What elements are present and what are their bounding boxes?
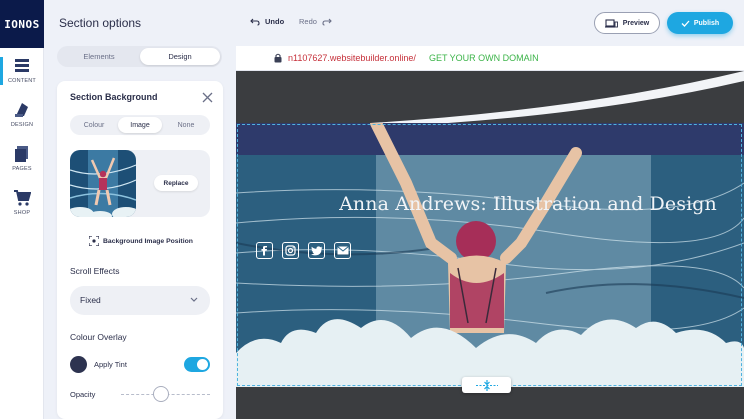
- tab-design[interactable]: Design: [140, 48, 220, 65]
- pages-icon: [15, 146, 28, 162]
- rail-item-design[interactable]: DESIGN: [0, 101, 44, 141]
- rail-item-shop[interactable]: SHOP: [0, 189, 44, 229]
- design-icon: [15, 103, 28, 117]
- address-bar: n1107627.websitebuilder.online/ GET YOUR…: [236, 46, 744, 71]
- ionos-logo[interactable]: IONOS: [0, 0, 44, 48]
- publish-label: Publish: [693, 19, 720, 27]
- undo-label: Undo: [265, 17, 285, 26]
- checkmark-icon: [681, 20, 690, 27]
- rail-label-shop: SHOP: [13, 210, 31, 216]
- section-resize-handle[interactable]: [462, 377, 511, 393]
- website-canvas: Anna Andrews: Illustration and Design: [236, 71, 744, 419]
- colour-overlay-label: Colour Overlay: [70, 332, 127, 342]
- background-image-position-label: Background Image Position: [103, 237, 193, 245]
- panel-title: Section options: [59, 16, 142, 30]
- preview-button[interactable]: Preview: [594, 12, 660, 34]
- background-image-thumbnail[interactable]: [70, 150, 136, 217]
- rail-item-pages[interactable]: PAGES: [0, 145, 44, 185]
- social-links: [256, 242, 360, 259]
- elements-design-toggle: Elements Design: [57, 46, 222, 67]
- option-colour[interactable]: Colour: [72, 117, 116, 133]
- logo-text: IONOS: [4, 17, 40, 31]
- option-none[interactable]: None: [164, 117, 208, 133]
- rail-label-design: DESIGN: [10, 122, 34, 128]
- undo-icon: [250, 18, 260, 26]
- focus-position-icon: [89, 236, 99, 246]
- shop-icon: [14, 190, 31, 206]
- opacity-label: Opacity: [70, 390, 96, 399]
- redo-icon: [322, 18, 332, 26]
- section-background-card: Section Background Colour Image None Rep…: [57, 81, 223, 419]
- scroll-effects-label: Scroll Effects: [70, 266, 120, 276]
- content-icon: [15, 59, 29, 72]
- redo-label: Redo: [299, 17, 317, 26]
- undo-button[interactable]: Undo: [250, 17, 284, 26]
- hero-title[interactable]: Anna Andrews: Illustration and Design: [236, 193, 738, 215]
- rail-label-content: CONTENT: [8, 78, 36, 84]
- hero-section[interactable]: Anna Andrews: Illustration and Design: [236, 123, 744, 387]
- vertical-resize-icon: [475, 379, 498, 391]
- get-domain-link[interactable]: GET YOUR OWN DOMAIN: [429, 53, 539, 63]
- background-type-toggle: Colour Image None: [70, 115, 210, 135]
- site-url[interactable]: n1107627.websitebuilder.online/: [288, 53, 416, 63]
- rail-item-content[interactable]: CONTENT: [0, 57, 44, 97]
- scroll-effects-value: Fixed: [80, 295, 101, 305]
- replace-button[interactable]: Replace: [154, 175, 198, 191]
- redo-button[interactable]: Redo: [299, 17, 332, 26]
- preview-label: Preview: [622, 19, 650, 27]
- close-icon[interactable]: [202, 92, 213, 103]
- left-rail: IONOS CONTENT DESIGN PAGES SHOP: [0, 0, 44, 419]
- lock-icon: [274, 53, 282, 63]
- tab-elements[interactable]: Elements: [59, 48, 139, 65]
- option-image[interactable]: Image: [118, 117, 162, 133]
- opacity-slider-thumb[interactable]: [153, 386, 170, 402]
- tint-color-swatch[interactable]: [70, 356, 87, 373]
- scroll-effects-select[interactable]: Fixed: [70, 286, 210, 315]
- header-wave: [236, 71, 744, 131]
- instagram-icon[interactable]: [282, 242, 299, 259]
- rail-label-pages: PAGES: [12, 166, 32, 172]
- facebook-icon[interactable]: [256, 242, 273, 259]
- chevron-down-icon: [190, 297, 198, 302]
- twitter-icon[interactable]: [308, 242, 325, 259]
- devices-icon: [604, 18, 618, 28]
- email-icon[interactable]: [334, 242, 351, 259]
- background-image-position-button[interactable]: Background Image Position: [89, 236, 193, 246]
- apply-tint-toggle[interactable]: [184, 357, 210, 372]
- background-image-box: Replace: [70, 150, 210, 217]
- publish-button[interactable]: Publish: [667, 12, 733, 34]
- apply-tint-label: Apply Tint: [94, 360, 127, 369]
- section-background-title: Section Background: [70, 92, 158, 102]
